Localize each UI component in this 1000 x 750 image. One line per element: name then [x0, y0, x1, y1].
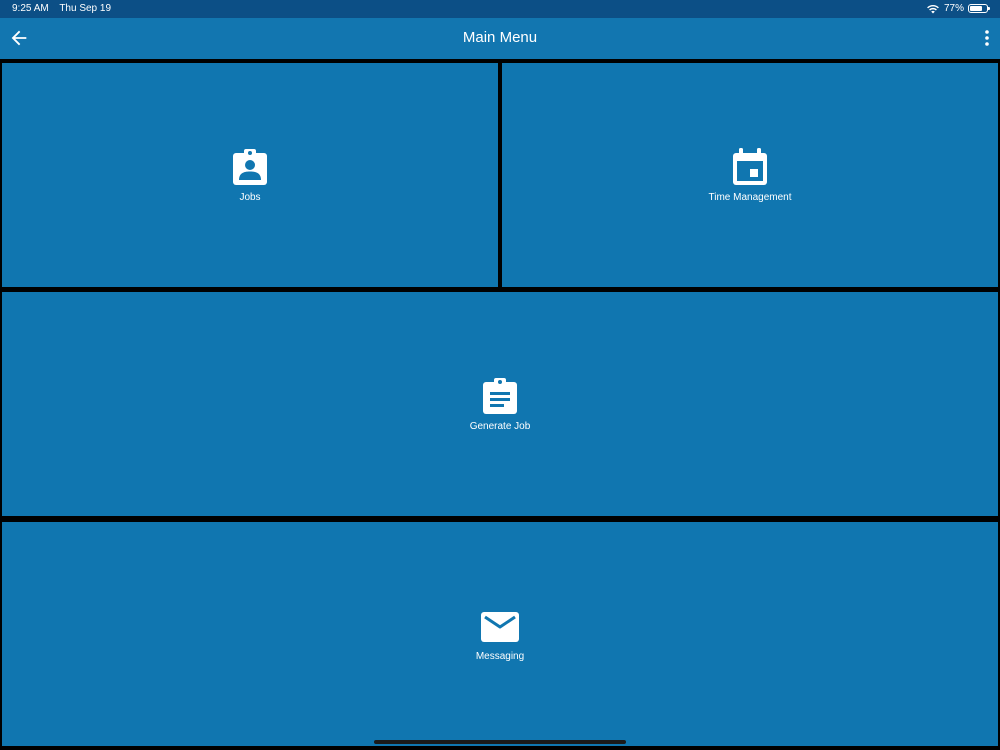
- home-indicator[interactable]: [374, 740, 626, 744]
- menu-tile-label: Jobs: [239, 192, 261, 203]
- status-date: Thu Sep 19: [59, 3, 112, 14]
- menu-tile-time-management[interactable]: Time Management: [502, 63, 998, 287]
- battery-fill: [970, 6, 982, 11]
- app-bar: Main Menu: [0, 18, 1000, 59]
- status-bar: 9:25 AM Thu Sep 19 77%: [0, 0, 1000, 18]
- battery-percent: 77%: [943, 3, 964, 14]
- status-right: 77%: [926, 3, 990, 14]
- status-time: 9:25 AM: [12, 3, 49, 14]
- more-vertical-icon[interactable]: [980, 28, 994, 48]
- clipboard-text-icon: [483, 378, 517, 414]
- menu-tile-messaging[interactable]: Messaging: [2, 522, 998, 746]
- page-title: Main Menu: [462, 29, 538, 46]
- menu-tile-label: Time Management: [708, 192, 792, 203]
- calendar-icon: [733, 148, 767, 185]
- battery-icon: [968, 4, 990, 13]
- menu-tile-generate-job[interactable]: Generate Job: [2, 292, 998, 516]
- menu-tile-label: Messaging: [475, 651, 525, 662]
- menu-tile-label: Generate Job: [469, 421, 531, 432]
- wifi-icon: [927, 4, 939, 13]
- clipboard-account-icon: [233, 149, 267, 185]
- status-left: 9:25 AM Thu Sep 19: [12, 3, 119, 14]
- envelope-icon: [481, 612, 519, 642]
- menu-tile-jobs[interactable]: Jobs: [2, 63, 498, 287]
